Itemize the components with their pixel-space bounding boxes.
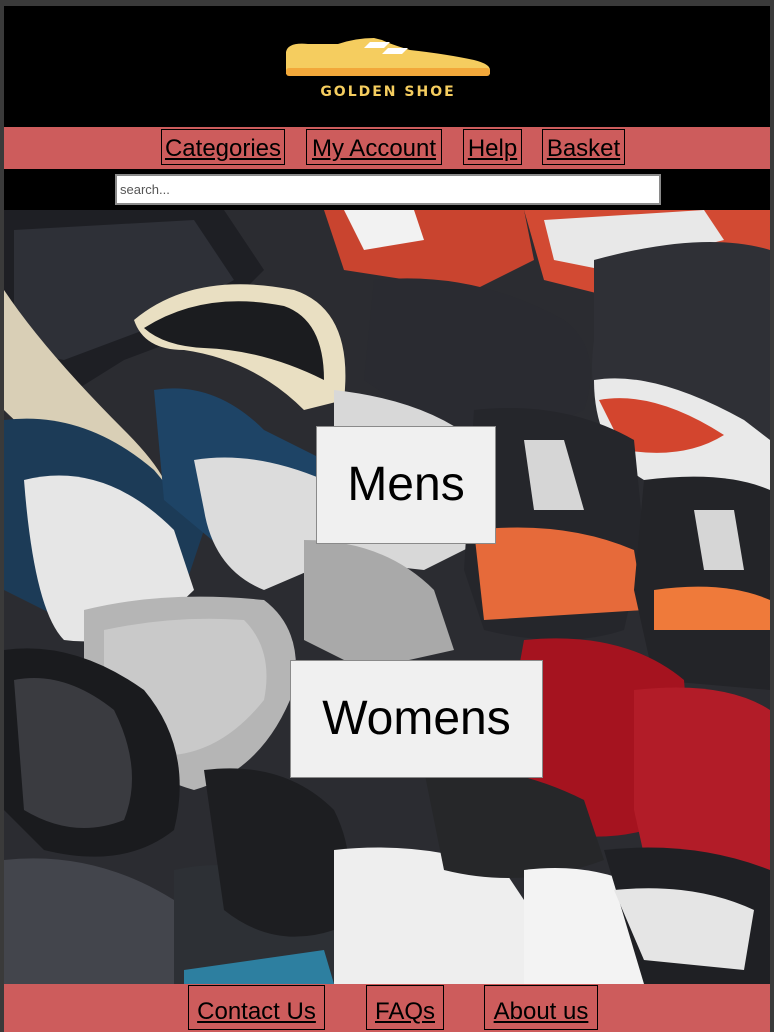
nav-my-account[interactable]: My Account: [306, 129, 442, 165]
nav-help[interactable]: Help: [463, 129, 522, 165]
search-bar: [4, 169, 770, 210]
shoes-background-image: [4, 210, 770, 984]
footer-about-us[interactable]: About us: [484, 985, 598, 1030]
search-input[interactable]: [115, 174, 661, 205]
mens-category-button[interactable]: Mens: [316, 426, 496, 544]
footer-faqs[interactable]: FAQs: [366, 985, 444, 1030]
brand-logo[interactable]: GOLDEN SHOE: [278, 34, 498, 104]
app-window: GOLDEN SHOE Categories My Account Help B…: [0, 0, 774, 1032]
footer-contact-us[interactable]: Contact Us: [188, 985, 325, 1030]
hero-banner: Mens Womens: [4, 210, 770, 984]
main-nav: Categories My Account Help Basket: [4, 127, 770, 169]
footer-nav: Contact Us FAQs About us: [4, 984, 770, 1032]
nav-categories[interactable]: Categories: [161, 129, 285, 165]
shoe-icon: [286, 38, 490, 76]
nav-basket[interactable]: Basket: [542, 129, 625, 165]
womens-category-button[interactable]: Womens: [290, 660, 543, 778]
header: GOLDEN SHOE: [4, 6, 770, 126]
brand-name: GOLDEN SHOE: [320, 84, 456, 100]
